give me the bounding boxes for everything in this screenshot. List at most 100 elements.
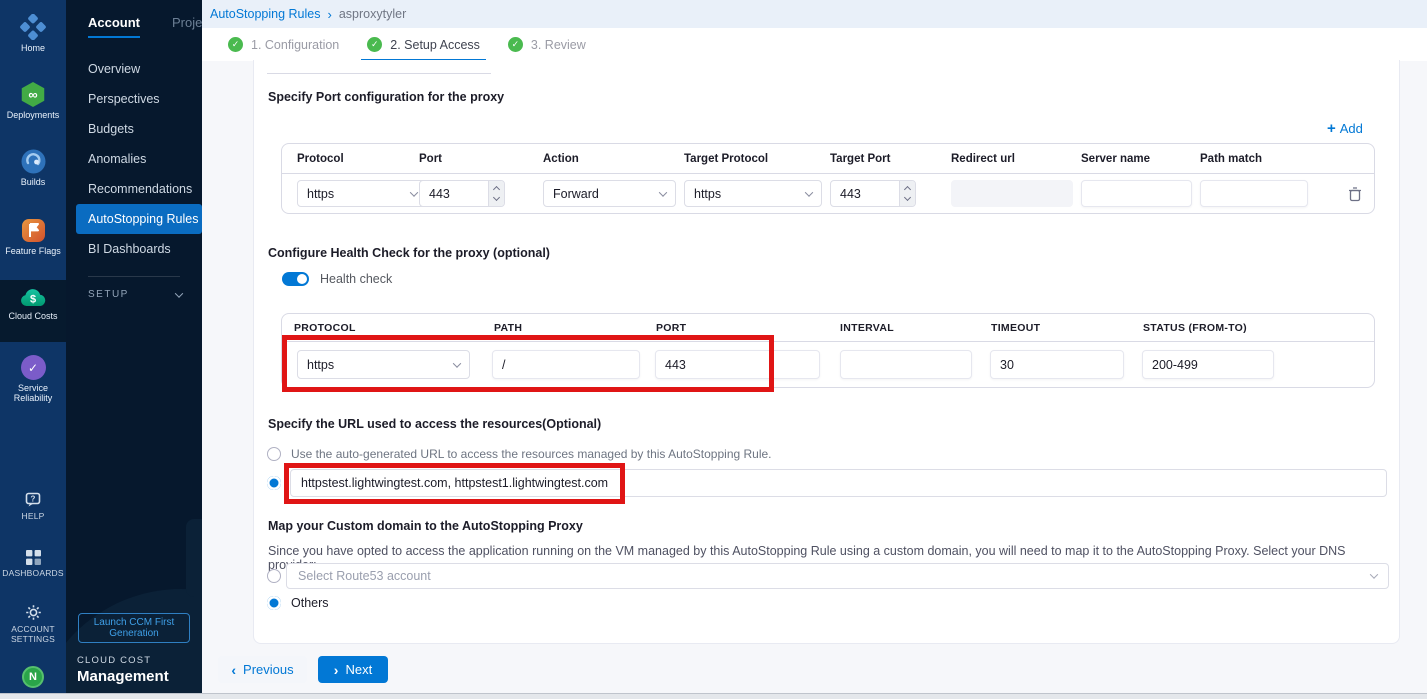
module-nav-rail: Home ∞ Deployments Builds: [0, 0, 66, 699]
setup-access-content: Specify Port configuration for the proxy…: [202, 61, 1427, 699]
radio-unchecked-icon[interactable]: [267, 447, 281, 461]
protocol-select[interactable]: https: [297, 180, 427, 207]
col-target-protocol: Target Protocol: [684, 153, 830, 165]
health-check-toggle[interactable]: [282, 272, 309, 286]
col-hc-timeout: TIMEOUT: [991, 322, 1040, 334]
wizard-step-review-label: 3. Review: [531, 38, 586, 52]
sidebar-item-autostopping-rules[interactable]: AutoStopping Rules: [76, 204, 202, 234]
chevron-right-icon: ›: [334, 662, 339, 678]
nav-account-settings[interactable]: ACCOUNT SETTINGS: [0, 604, 66, 644]
hc-timeout-input[interactable]: 30: [990, 350, 1124, 379]
hc-interval-input[interactable]: [840, 350, 972, 379]
radio-unchecked-icon[interactable]: [267, 569, 281, 583]
launch-ccm-first-gen-button[interactable]: Launch CCM First Generation: [78, 613, 190, 643]
target-port-stepper[interactable]: 443: [830, 180, 916, 207]
breadcrumb-current: asproxytyler: [339, 7, 406, 21]
wizard-step-review[interactable]: ✓ 3. Review: [502, 28, 592, 61]
port-stepper[interactable]: 443: [419, 180, 505, 207]
gear-icon: [25, 604, 42, 621]
service-reliability-icon: ✓: [21, 355, 46, 380]
sidebar-menu: Overview Perspectives Budgets Anomalies …: [66, 54, 202, 264]
wizard-step-configuration[interactable]: ✓ 1. Configuration: [222, 28, 345, 61]
nav-deployments[interactable]: ∞ Deployments: [0, 82, 66, 120]
route53-placeholder: Select Route53 account: [298, 569, 431, 583]
dashboards-grid-icon: [26, 550, 41, 565]
horizontal-scrollbar[interactable]: [0, 693, 1427, 699]
server-name-input[interactable]: [1081, 180, 1192, 207]
target-protocol-value: https: [694, 187, 721, 201]
add-port-row-button[interactable]: + Add: [1327, 120, 1363, 137]
check-circle-icon: ✓: [367, 37, 382, 52]
nav-feature-flags[interactable]: Feature Flags: [0, 218, 66, 256]
chevron-down-icon: [1370, 570, 1378, 578]
health-check-title: Configure Health Check for the proxy (op…: [268, 246, 550, 260]
next-button[interactable]: › Next: [318, 656, 388, 683]
builds-icon: [21, 149, 46, 174]
tab-account[interactable]: Account: [88, 15, 140, 38]
previous-button[interactable]: ‹ Previous: [218, 656, 307, 683]
col-path-match: Path match: [1200, 153, 1334, 165]
auto-url-label: Use the auto-generated URL to access the…: [291, 447, 772, 461]
path-match-input[interactable]: [1200, 180, 1308, 207]
setup-label: SETUP: [88, 289, 129, 300]
route53-option[interactable]: [267, 569, 281, 583]
radio-checked-icon[interactable]: [267, 476, 281, 490]
check-circle-icon: ✓: [228, 37, 243, 52]
user-avatar-item[interactable]: N: [0, 666, 66, 688]
breadcrumb-chevron-icon: ›: [328, 7, 332, 22]
setup-access-card: Specify Port configuration for the proxy…: [253, 60, 1400, 644]
radio-checked-icon[interactable]: [267, 596, 281, 610]
port-config-table: Protocol Port Action Target Protocol Tar…: [281, 143, 1375, 214]
target-protocol-select[interactable]: https: [684, 180, 822, 207]
hc-status-input[interactable]: 200-499: [1142, 350, 1274, 379]
nav-builds[interactable]: Builds: [0, 149, 66, 187]
action-value: Forward: [553, 187, 599, 201]
auto-url-option[interactable]: Use the auto-generated URL to access the…: [267, 447, 772, 461]
stepper-arrows-icon[interactable]: [899, 180, 915, 207]
redirect-url-input: [951, 180, 1073, 207]
protocol-value: https: [307, 187, 334, 201]
sidebar-item-perspectives[interactable]: Perspectives: [66, 84, 202, 114]
chevron-left-icon: ‹: [231, 662, 236, 678]
next-label: Next: [345, 662, 372, 677]
delete-row-trash-icon[interactable]: [1348, 186, 1362, 202]
health-check-toggle-row: Health check: [282, 272, 392, 286]
nav-dashboards[interactable]: DASHBOARDS: [0, 550, 66, 578]
route53-account-select[interactable]: Select Route53 account: [286, 563, 1389, 589]
check-circle-icon: ✓: [508, 37, 523, 52]
col-action: Action: [543, 153, 684, 165]
scope-tabs: Account Project: [66, 0, 202, 38]
breadcrumb-autostopping-rules-link[interactable]: AutoStopping Rules: [210, 7, 321, 21]
action-select[interactable]: Forward: [543, 180, 676, 207]
sidebar-item-overview[interactable]: Overview: [66, 54, 202, 84]
port-value: 443: [420, 187, 488, 201]
sidebar-item-recommendations[interactable]: Recommendations: [66, 174, 202, 204]
wizard-step-setup-access[interactable]: ✓ 2. Setup Access: [361, 28, 486, 61]
stepper-arrows-icon[interactable]: [488, 180, 504, 207]
previous-label: Previous: [243, 662, 294, 677]
sidebar-item-bi-dashboards[interactable]: BI Dashboards: [66, 234, 202, 264]
annotation-health-check-row: [282, 335, 774, 392]
sidebar-item-budgets[interactable]: Budgets: [66, 114, 202, 144]
nav-builds-label: Builds: [21, 177, 46, 187]
harness-logo-icon: [20, 14, 46, 40]
ccm-sidebar: Account Project Overview Perspectives Bu…: [66, 0, 202, 699]
sidebar-divider: [88, 276, 180, 277]
nav-service-reliability[interactable]: ✓ Service Reliability: [0, 355, 66, 403]
custom-url-option[interactable]: [267, 476, 281, 490]
nav-help[interactable]: ? HELP: [0, 492, 66, 521]
col-port: Port: [419, 153, 543, 165]
others-option[interactable]: Others: [267, 596, 329, 610]
col-target-port: Target Port: [830, 153, 951, 165]
port-config-title: Specify Port configuration for the proxy: [268, 90, 504, 104]
nav-home[interactable]: Home: [0, 14, 66, 53]
tab-project[interactable]: Project: [172, 15, 202, 38]
nav-dashboards-label: DASHBOARDS: [2, 568, 64, 578]
sidebar-setup-toggle[interactable]: SETUP: [66, 289, 202, 300]
nav-cloud-costs-label: Cloud Costs: [8, 311, 57, 321]
chevron-down-icon: [410, 188, 418, 196]
sidebar-item-anomalies[interactable]: Anomalies: [66, 144, 202, 174]
breadcrumb: AutoStopping Rules › asproxytyler: [202, 0, 1427, 28]
col-hc-interval: INTERVAL: [840, 322, 894, 334]
nav-cloud-costs[interactable]: $ Cloud Costs: [0, 287, 66, 321]
